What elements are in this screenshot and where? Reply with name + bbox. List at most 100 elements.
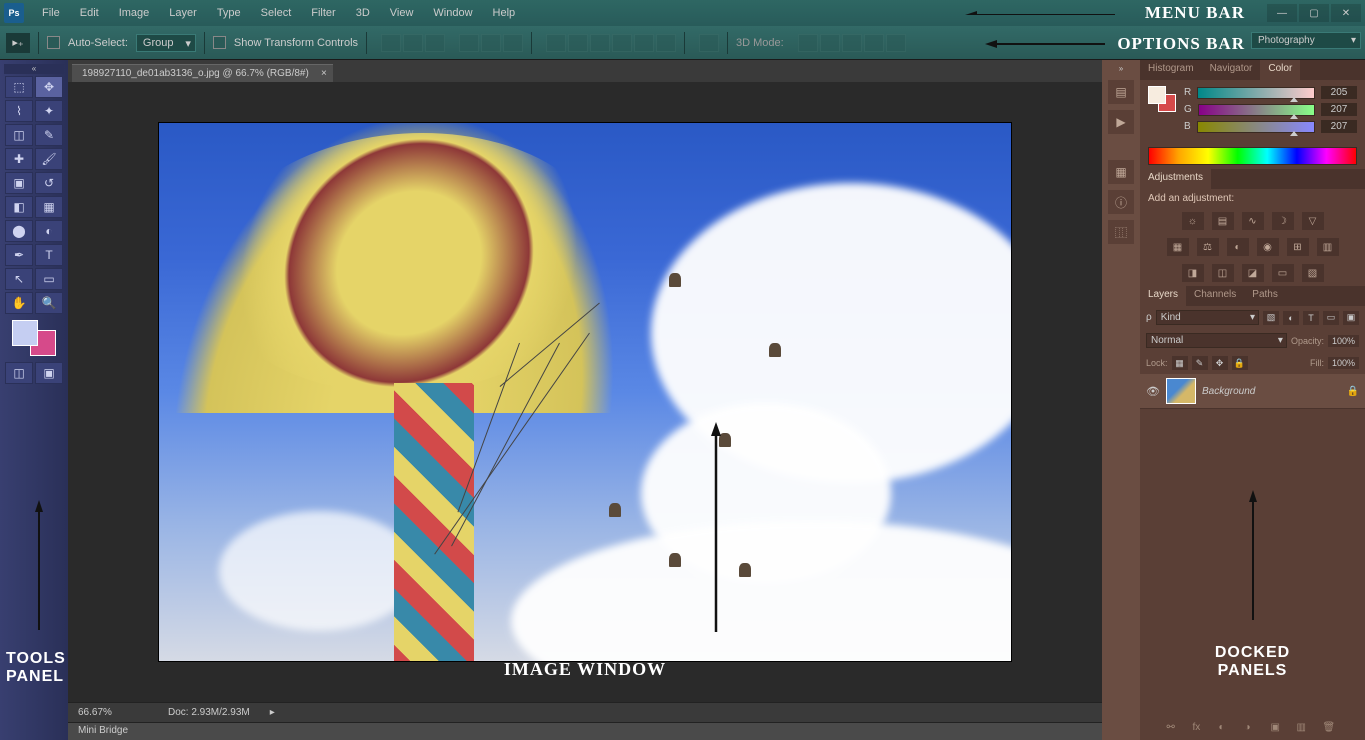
- eraser-tool-icon[interactable]: ◧: [5, 196, 33, 218]
- menu-help[interactable]: Help: [483, 3, 526, 23]
- tab-channels[interactable]: Channels: [1186, 286, 1244, 306]
- levels-adjustment-icon[interactable]: ▤: [1212, 212, 1234, 230]
- move-tool-indicator-icon[interactable]: ▸₊: [6, 33, 30, 53]
- menu-type[interactable]: Type: [207, 3, 251, 23]
- channel-mixer-adjustment-icon[interactable]: ⊞: [1287, 238, 1309, 256]
- invert-adjustment-icon[interactable]: ◨: [1182, 264, 1204, 282]
- filter-adjust-icon[interactable]: ◐: [1283, 311, 1299, 325]
- distribute-left-icon[interactable]: [612, 34, 632, 52]
- b-slider[interactable]: [1197, 121, 1315, 133]
- distribute-hcenter-icon[interactable]: [634, 34, 654, 52]
- link-layers-icon[interactable]: ⚯: [1167, 722, 1183, 736]
- crop-tool-icon[interactable]: ◫: [5, 124, 33, 146]
- b-value[interactable]: 207: [1321, 120, 1357, 133]
- zoom-level[interactable]: 66.67%: [78, 707, 148, 718]
- magic-wand-tool-icon[interactable]: ✦: [35, 100, 63, 122]
- tab-navigator[interactable]: Navigator: [1202, 60, 1261, 80]
- layer-row[interactable]: 👁 Background 🔒: [1140, 374, 1365, 409]
- selective-color-adjustment-icon[interactable]: ▧: [1302, 264, 1324, 282]
- type-tool-icon[interactable]: T: [35, 244, 63, 266]
- visibility-icon[interactable]: 👁: [1146, 385, 1160, 398]
- new-fill-icon[interactable]: ◑: [1245, 722, 1261, 736]
- align-bottom-icon[interactable]: [425, 34, 445, 52]
- close-icon[interactable]: ×: [321, 68, 327, 79]
- align-right-icon[interactable]: [503, 34, 523, 52]
- color-swatches[interactable]: [12, 320, 56, 356]
- brightness-adjustment-icon[interactable]: ☼: [1182, 212, 1204, 230]
- healing-brush-tool-icon[interactable]: ✚: [5, 148, 33, 170]
- actions-panel-icon[interactable]: ▶: [1108, 110, 1134, 134]
- marquee-tool-icon[interactable]: ⬚: [5, 76, 33, 98]
- foreground-color-swatch[interactable]: [12, 320, 38, 346]
- color-spectrum[interactable]: [1148, 147, 1357, 165]
- show-transform-checkbox[interactable]: [213, 36, 226, 49]
- distribute-right-icon[interactable]: [656, 34, 676, 52]
- hand-tool-icon[interactable]: ✋: [5, 292, 33, 314]
- 3d-orbit-icon[interactable]: [798, 34, 818, 52]
- hue-adjustment-icon[interactable]: ▦: [1167, 238, 1189, 256]
- g-value[interactable]: 207: [1321, 103, 1357, 116]
- filter-shape-icon[interactable]: ▭: [1323, 311, 1339, 325]
- history-brush-tool-icon[interactable]: ↺: [35, 172, 63, 194]
- balance-adjustment-icon[interactable]: ⚖: [1197, 238, 1219, 256]
- auto-select-checkbox[interactable]: [47, 36, 60, 49]
- menu-view[interactable]: View: [380, 3, 424, 23]
- lookup-adjustment-icon[interactable]: ▥: [1317, 238, 1339, 256]
- g-slider[interactable]: [1198, 104, 1315, 116]
- menu-file[interactable]: File: [32, 3, 70, 23]
- lock-transparency-icon[interactable]: ▦: [1172, 356, 1188, 370]
- align-left-icon[interactable]: [459, 34, 479, 52]
- doc-size-label[interactable]: Doc: 2.93M/2.93M: [168, 707, 250, 718]
- mini-swatches[interactable]: [1148, 86, 1176, 112]
- mini-bridge-tab[interactable]: Mini Bridge: [68, 722, 1102, 740]
- menu-3d[interactable]: 3D: [346, 3, 380, 23]
- lock-pixels-icon[interactable]: ✎: [1192, 356, 1208, 370]
- menu-layer[interactable]: Layer: [159, 3, 207, 23]
- distribute-vcenter-icon[interactable]: [568, 34, 588, 52]
- gradient-map-adjustment-icon[interactable]: ▭: [1272, 264, 1294, 282]
- maximize-button[interactable]: ▢: [1299, 4, 1329, 22]
- layers-filter-dropdown[interactable]: Kind: [1156, 310, 1259, 325]
- clone-stamp-tool-icon[interactable]: ▣: [5, 172, 33, 194]
- fx-icon[interactable]: fx: [1193, 722, 1209, 736]
- 3d-pan-icon[interactable]: [842, 34, 862, 52]
- filter-pixel-icon[interactable]: ▧: [1263, 311, 1279, 325]
- align-vcenter-icon[interactable]: [403, 34, 423, 52]
- screenmode-tool-icon[interactable]: ▣: [35, 362, 63, 384]
- menu-image[interactable]: Image: [109, 3, 160, 23]
- menu-edit[interactable]: Edit: [70, 3, 109, 23]
- pen-tool-icon[interactable]: ✒: [5, 244, 33, 266]
- workspace-dropdown[interactable]: Photography: [1251, 32, 1361, 49]
- lock-icon[interactable]: 🔒: [1347, 386, 1359, 397]
- quickmask-tool-icon[interactable]: ◫: [5, 362, 33, 384]
- filter-type-icon[interactable]: T: [1303, 311, 1319, 325]
- shape-tool-icon[interactable]: ▭: [35, 268, 63, 290]
- layer-name[interactable]: Background: [1202, 386, 1341, 397]
- delete-layer-icon[interactable]: 🗑: [1323, 722, 1339, 736]
- zoom-tool-icon[interactable]: 🔍: [35, 292, 63, 314]
- history-panel-icon[interactable]: ▤: [1108, 80, 1134, 104]
- eyedropper-tool-icon[interactable]: ✎: [35, 124, 63, 146]
- libraries-panel-icon[interactable]: ▦: [1108, 160, 1134, 184]
- blur-tool-icon[interactable]: ⬤: [5, 220, 33, 242]
- vibrance-adjustment-icon[interactable]: ▽: [1302, 212, 1324, 230]
- filter-smart-icon[interactable]: ▣: [1343, 311, 1359, 325]
- mini-fg-swatch[interactable]: [1148, 86, 1166, 104]
- exposure-adjustment-icon[interactable]: ☽: [1272, 212, 1294, 230]
- blend-mode-dropdown[interactable]: Normal: [1146, 333, 1287, 348]
- tab-histogram[interactable]: Histogram: [1140, 60, 1202, 80]
- tab-paths[interactable]: Paths: [1244, 286, 1286, 306]
- posterize-adjustment-icon[interactable]: ◫: [1212, 264, 1234, 282]
- properties-panel-icon[interactable]: ⿲: [1108, 220, 1134, 244]
- app-logo[interactable]: Ps: [4, 3, 24, 23]
- gradient-tool-icon[interactable]: ▦: [35, 196, 63, 218]
- tab-adjustments[interactable]: Adjustments: [1140, 169, 1211, 189]
- 3d-roll-icon[interactable]: [820, 34, 840, 52]
- brush-tool-icon[interactable]: 🖌: [35, 148, 63, 170]
- menu-filter[interactable]: Filter: [301, 3, 345, 23]
- r-slider[interactable]: [1197, 87, 1315, 99]
- path-selection-tool-icon[interactable]: ↖: [5, 268, 33, 290]
- bw-adjustment-icon[interactable]: ◐: [1227, 238, 1249, 256]
- tab-color[interactable]: Color: [1260, 60, 1300, 80]
- lasso-tool-icon[interactable]: ⌇: [5, 100, 33, 122]
